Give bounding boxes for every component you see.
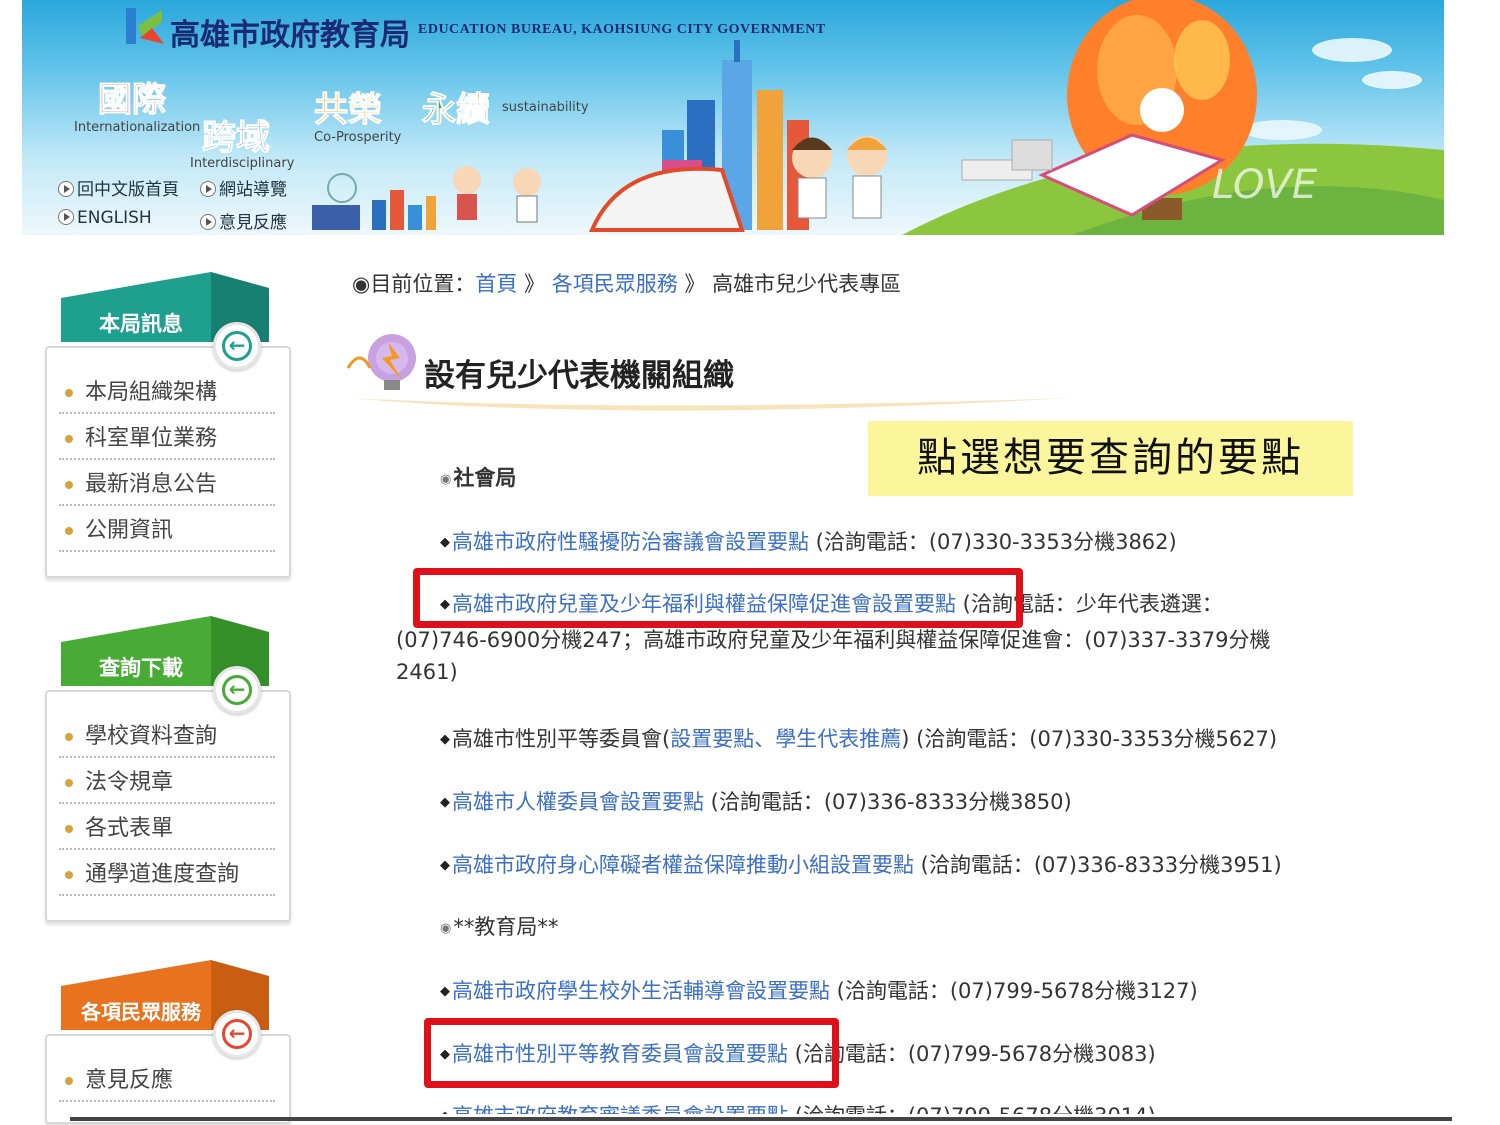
- entry-prefix: 高雄市性別平等委員會(: [452, 727, 671, 751]
- link-english-label: ENGLISH: [77, 208, 152, 228]
- link-sitemap-label: 網站導覽: [219, 180, 287, 200]
- breadcrumb-services-link[interactable]: 各項民眾服務: [552, 272, 678, 296]
- breadcrumb-home-link[interactable]: 首頁: [475, 272, 517, 296]
- bureau-logo[interactable]: 高雄市政府教育局: [122, 4, 422, 53]
- sidebar-item-school-data[interactable]: 學校資料查詢: [59, 712, 275, 758]
- slogan-coprosperity: 共榮: [314, 90, 383, 131]
- sidebar-item-news[interactable]: 最新消息公告: [59, 460, 275, 506]
- highlight-box: [413, 568, 1023, 628]
- slogan-coprosperity-en: Co-Prosperity: [314, 130, 402, 145]
- bullet-icon: ◆: [440, 535, 450, 550]
- collapse-button[interactable]: ←: [213, 666, 261, 714]
- entry-contact-continued: 2461): [396, 660, 458, 684]
- list-item: ◆高雄市政府身心障礙者權益保障推動小組設置要點 (洽詢電話：(07)336-83…: [440, 849, 1282, 879]
- sidebar-item-school-route[interactable]: 通學道進度查詢: [59, 850, 275, 896]
- slogan-interdisciplinary: 跨域: [202, 118, 271, 159]
- section-education-label: **教育局**: [453, 915, 559, 939]
- sidebar-item-feedback[interactable]: 意見反應: [59, 1056, 275, 1102]
- bullet-icon: ◆: [440, 732, 450, 747]
- link-sitemap[interactable]: 網站導覽: [200, 175, 287, 200]
- list-item: ◆高雄市政府教育審議委員會設置要點 (洽詢電話：(07)799-5678分機30…: [440, 1100, 1156, 1114]
- bullet-icon: ◆: [440, 795, 450, 810]
- sidebar-bureau-info-list: 本局組織架構 科室單位業務 最新消息公告 公開資訊: [45, 346, 291, 578]
- entry-link[interactable]: 高雄市人權委員會設置要點: [452, 790, 704, 814]
- breadcrumb-separator: 》: [677, 272, 706, 296]
- bullet-icon: ◆: [440, 984, 450, 999]
- sidebar-item-forms[interactable]: 各式表單: [59, 804, 275, 850]
- entry-contact: (洽詢電話：(07)336-8333分機3951): [914, 853, 1282, 877]
- play-icon: [58, 209, 74, 225]
- sidebar-bureau-info-header[interactable]: 本局訊息 ←: [61, 270, 269, 370]
- section-ring-icon: ◉: [440, 472, 452, 487]
- sidebar-public-services-title: 各項民眾服務: [81, 1000, 201, 1024]
- list-item: ◆高雄市性別平等委員會(設置要點、學生代表推薦) (洽詢電話：(07)330-3…: [440, 723, 1277, 753]
- entry-link[interactable]: 高雄市政府性騷擾防治審議會設置要點: [452, 530, 809, 554]
- sidebar-bureau-info-title: 本局訊息: [99, 312, 183, 336]
- section-ring-icon: ◉: [440, 921, 452, 936]
- back-arrow-icon: ←: [222, 1019, 252, 1049]
- site-banner: LOVE 高雄市政府教育局 EDUCATION BUREAU, KAOHSIUN…: [22, 0, 1444, 235]
- sidebar-downloads: 學校資料查詢 法令規章 各式表單 通學道進度查詢 查詢下載 ←: [45, 614, 291, 924]
- entry-contact-continued: (07)746-6900分機247；高雄市政府兒童及少年福利與權益保障促進會：(…: [396, 628, 1271, 652]
- collapse-button[interactable]: ←: [213, 322, 261, 370]
- slogan-sustainability-en: sustainability: [502, 100, 589, 115]
- link-feedback-label: 意見反應: [219, 213, 287, 233]
- entry-contact: ) (洽詢電話：(07)330-3353分機5627): [901, 727, 1278, 751]
- back-arrow-icon: ←: [222, 331, 252, 361]
- page-title: 設有兒少代表機關組織: [424, 358, 734, 394]
- sidebar-item-regulations[interactable]: 法令規章: [59, 758, 275, 804]
- sidebar-downloads-list: 學校資料查詢 法令規章 各式表單 通學道進度查詢: [45, 690, 291, 922]
- list-item: ◆高雄市政府學生校外生活輔導會設置要點 (洽詢電話：(07)799-5678分機…: [440, 975, 1198, 1005]
- play-icon: [200, 214, 216, 230]
- collapse-button[interactable]: ←: [213, 1010, 261, 1058]
- entry-contact: (洽詢電話：(07)799-5678分機3014): [788, 1104, 1156, 1114]
- slogan-interdisciplinary-en: Interdisciplinary: [190, 156, 295, 171]
- entry-contact: (洽詢電話：(07)336-8333分機3850): [704, 790, 1072, 814]
- bottom-divider: [70, 1117, 1452, 1121]
- entry-link[interactable]: 高雄市政府教育審議委員會設置要點: [452, 1104, 788, 1114]
- sidebar-public-services: 意見反應 各項民眾服務 ←: [45, 958, 291, 1124]
- section-social-bureau: ◉社會局: [440, 462, 516, 492]
- sidebar-public-services-header[interactable]: 各項民眾服務 ←: [61, 958, 269, 1058]
- entry-contact: (洽詢電話：(07)330-3353分機3862): [809, 530, 1177, 554]
- link-feedback[interactable]: 意見反應: [200, 208, 287, 233]
- entry-contact: (洽詢電話：(07)799-5678分機3127): [830, 979, 1198, 1003]
- bullet-icon: ◆: [440, 858, 450, 873]
- page-heading: 設有兒少代表機關組織: [330, 328, 1090, 418]
- slogan-international-en: Internationalization: [74, 120, 201, 135]
- slogan-international: 國際: [98, 80, 167, 121]
- section-education-bureau: ◉**教育局**: [440, 911, 558, 941]
- highlight-box: [424, 1018, 839, 1088]
- entry-link[interactable]: 設置要點、學生代表推薦: [670, 727, 901, 751]
- link-chinese-home[interactable]: 回中文版首頁: [58, 175, 179, 200]
- breadcrumb-current: 高雄市兒少代表專區: [712, 272, 902, 296]
- slogan-sustainability: 永續: [422, 90, 491, 131]
- sidebar-item-organization[interactable]: 本局組織架構: [59, 368, 275, 414]
- love-art-text: LOVE: [1212, 162, 1318, 208]
- entry-contact: (洽詢電話：(07)799-5678分機3083): [788, 1042, 1156, 1066]
- list-item: ◆高雄市政府性騷擾防治審議會設置要點 (洽詢電話：(07)330-3353分機3…: [440, 526, 1177, 556]
- breadcrumb-prefix: ◉目前位置：: [352, 272, 476, 296]
- section-social-label: 社會局: [453, 466, 517, 490]
- bureau-logo-icon: [126, 8, 164, 44]
- sidebar-item-departments[interactable]: 科室單位業務: [59, 414, 275, 460]
- entry-link[interactable]: 高雄市政府學生校外生活輔導會設置要點: [452, 979, 830, 1003]
- breadcrumb-separator: 》: [517, 272, 546, 296]
- bureau-subtitle: EDUCATION BUREAU, KAOHSIUNG CITY GOVERNM…: [418, 22, 826, 37]
- sidebar-downloads-header[interactable]: 查詢下載 ←: [61, 614, 269, 714]
- breadcrumb: ◉目前位置：首頁 》 各項民眾服務 》 高雄市兒少代表專區: [352, 268, 901, 298]
- play-icon: [58, 181, 74, 197]
- bullet-icon: ◆: [440, 1109, 450, 1114]
- entry-link[interactable]: 高雄市政府身心障礙者權益保障推動小組設置要點: [452, 853, 914, 877]
- sidebar-bureau-info: 本局組織架構 科室單位業務 最新消息公告 公開資訊 本局訊息 ←: [45, 270, 291, 580]
- back-arrow-icon: ←: [222, 675, 252, 705]
- sidebar-item-public-info[interactable]: 公開資訊: [59, 506, 275, 552]
- play-icon: [200, 181, 216, 197]
- bureau-title: 高雄市政府教育局: [170, 18, 410, 53]
- link-english[interactable]: ENGLISH: [58, 208, 152, 228]
- sidebar-downloads-title: 查詢下載: [99, 656, 183, 680]
- link-chinese-home-label: 回中文版首頁: [77, 180, 179, 200]
- list-item: ◆高雄市人權委員會設置要點 (洽詢電話：(07)336-8333分機3850): [440, 786, 1072, 816]
- instruction-callout: 點選想要查詢的要點: [868, 421, 1353, 496]
